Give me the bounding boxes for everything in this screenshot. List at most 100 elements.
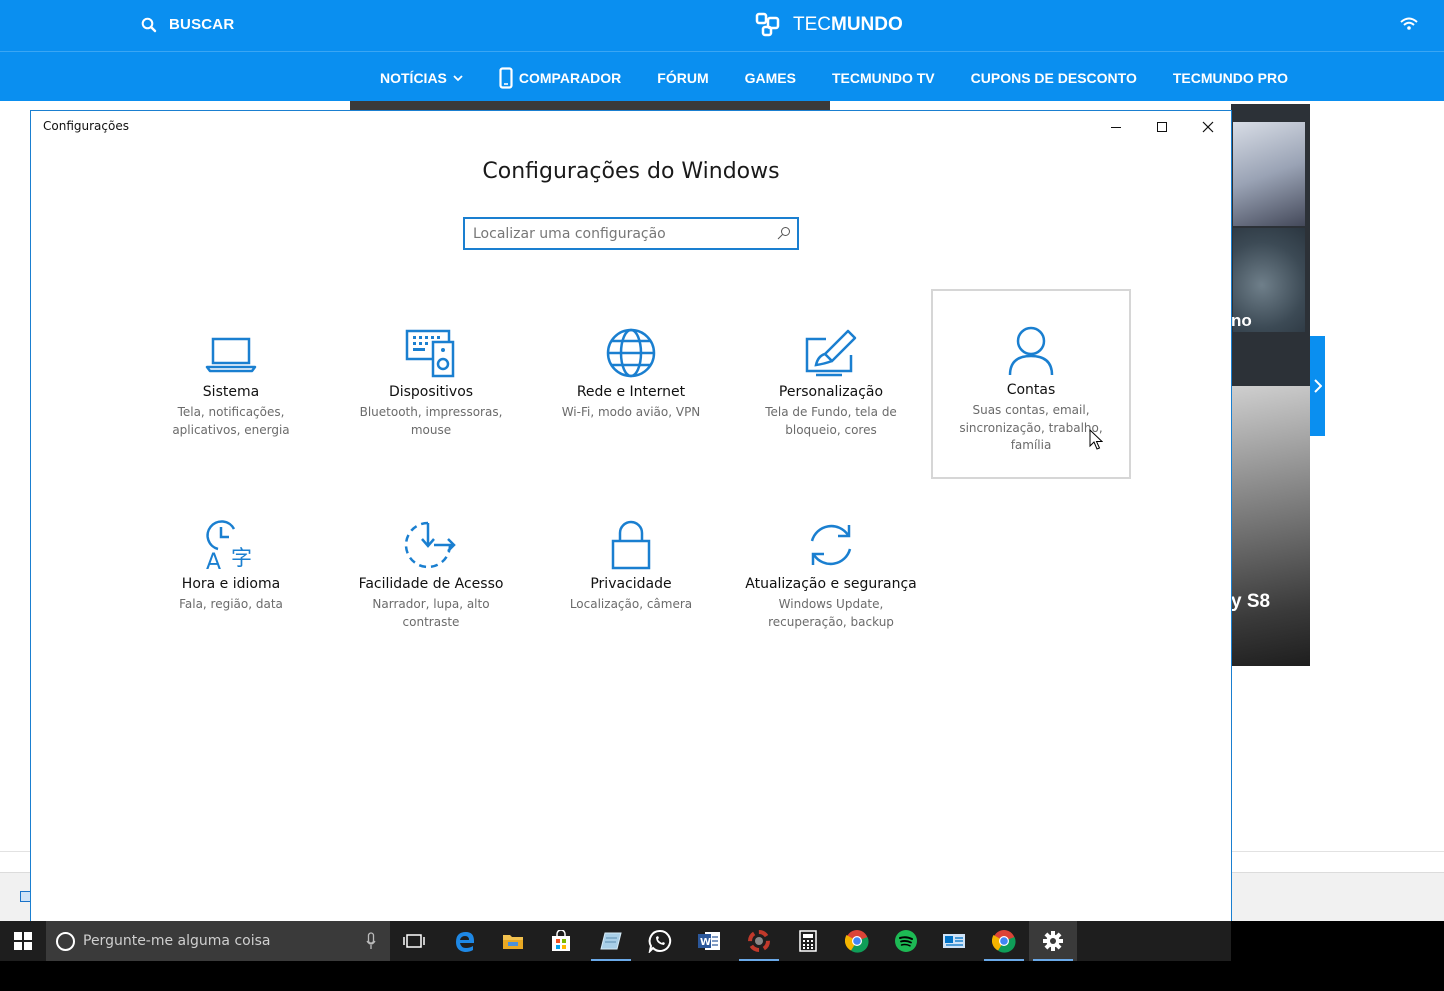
gimp-icon [748, 930, 770, 952]
news-thumbnail[interactable] [1233, 122, 1305, 226]
nav-comparador[interactable]: COMPARADOR [499, 67, 621, 89]
nav-games-label: GAMES [744, 70, 796, 86]
taskbar-app-outlook[interactable] [930, 921, 978, 961]
svg-text:W: W [700, 937, 711, 948]
category-name: Sistema [202, 384, 260, 400]
taskbar-app-chrome[interactable] [833, 921, 881, 961]
chevron-down-icon [453, 74, 463, 81]
settings-window: Configurações Configurações do Windows S… [30, 110, 1232, 922]
devices-icon [401, 325, 461, 381]
svg-text:A: A [206, 550, 221, 571]
nav-comparador-label: COMPARADOR [518, 70, 622, 86]
taskbar-app-gimp[interactable] [735, 921, 783, 961]
smartphone-icon [499, 67, 513, 89]
category-name: Atualização e segurança [745, 576, 917, 592]
minimize-icon [1111, 126, 1121, 128]
category-facilidade-acesso[interactable]: Facilidade de Acesso Narrador, lupa, alt… [331, 483, 531, 673]
category-description: Narrador, lupa, alto contraste [372, 597, 490, 629]
mouse-cursor-icon [1089, 428, 1104, 455]
running-indicator [591, 959, 631, 961]
maximize-button[interactable] [1139, 111, 1185, 142]
personalization-icon [801, 325, 861, 381]
nav-noticias[interactable]: NOTÍCIAS [380, 70, 463, 86]
taskbar-app-file-explorer[interactable] [489, 921, 537, 961]
category-name: Rede e Internet [576, 384, 686, 400]
taskbar-app-calculator[interactable] [784, 921, 832, 961]
laptop-icon [201, 325, 261, 381]
file-explorer-icon [503, 935, 523, 949]
nav-tecmundo-pro-label: TECMUNDO PRO [1172, 70, 1288, 86]
settings-search-box[interactable] [463, 217, 799, 250]
category-sistema[interactable]: Sistema Tela, notificações, aplicativos,… [131, 291, 331, 481]
svg-text:字: 字 [231, 546, 252, 570]
taskbar-app-edge[interactable] [441, 921, 489, 961]
category-name: Hora e idioma [181, 576, 281, 592]
window-title: Configurações [43, 119, 129, 133]
nav-tecmundo-pro[interactable]: TECMUNDO PRO [1173, 70, 1288, 86]
category-personalizacao[interactable]: Personalização Tela de Fundo, tela de bl… [731, 291, 931, 481]
site-search-label: BUSCAR [169, 16, 235, 33]
settings-search-input[interactable] [473, 223, 763, 245]
globe-icon [601, 325, 661, 381]
nav-forum[interactable]: FÓRUM [657, 70, 708, 86]
taskbar: W [0, 921, 1444, 991]
category-description: Bluetooth, impressoras, mouse [359, 405, 503, 437]
settings-icon [1043, 931, 1063, 951]
category-name: Privacidade [590, 576, 672, 592]
taskbar-app-whatsapp[interactable] [636, 921, 684, 961]
nav-tecmundo-tv[interactable]: TECMUNDO TV [832, 70, 935, 86]
close-button[interactable] [1185, 111, 1231, 142]
nav-forum-label: FÓRUM [657, 70, 709, 86]
minimize-button[interactable] [1093, 111, 1139, 142]
chrome-icon [992, 930, 1016, 953]
category-name: Facilidade de Acesso [358, 576, 504, 592]
store-icon [552, 930, 570, 951]
site-logo[interactable]: TECMUNDO [755, 12, 903, 38]
taskbar-app-word[interactable]: W [685, 921, 733, 961]
task-view-button[interactable] [390, 921, 438, 961]
category-dispositivos[interactable]: Dispositivos Bluetooth, impressoras, mou… [331, 291, 531, 481]
whatsapp-icon [648, 929, 672, 953]
category-description: Fala, região, data [179, 597, 283, 611]
taskbar-app-chrome-2[interactable] [980, 921, 1028, 961]
category-atualizacao-seguranca[interactable]: Atualização e segurança Windows Update, … [731, 483, 931, 673]
category-description: Localização, câmera [569, 597, 693, 611]
cortana-search-box[interactable] [46, 921, 390, 961]
news-thumbnail[interactable] [1231, 386, 1310, 666]
category-description: Tela, notificações, aplicativos, energia [172, 405, 290, 437]
category-rede-internet[interactable]: Rede e Internet Wi-Fi, modo avião, VPN [531, 291, 731, 481]
start-button[interactable] [0, 921, 46, 961]
category-description: Tela de Fundo, tela de bloqueio, cores [765, 405, 897, 437]
background-news-panel[interactable]: no y S8 [1231, 104, 1310, 666]
carousel-next-button[interactable] [1310, 336, 1325, 436]
running-indicator [739, 959, 779, 961]
tecmundo-logo-icon [755, 12, 780, 37]
site-header: BUSCAR TECMUNDO [0, 0, 1444, 51]
nav-cupons[interactable]: CUPONS DE DESCONTO [971, 70, 1137, 86]
taskbar-app-notepad[interactable] [587, 921, 635, 961]
taskbar-app-settings[interactable] [1029, 921, 1077, 961]
calculator-icon [799, 930, 817, 952]
cortana-icon [56, 931, 75, 951]
logo-text-light: TEC [793, 14, 831, 35]
task-view-icon [403, 934, 425, 948]
nav-noticias-label: NOTÍCIAS [380, 70, 447, 86]
site-nav-bar: NOTÍCIAS COMPARADOR FÓRUM GAMES TECMUNDO… [0, 51, 1444, 101]
ease-of-access-icon [401, 517, 461, 573]
category-hora-idioma[interactable]: A字 Hora e idioma Fala, região, data [131, 483, 331, 673]
running-indicator [1033, 959, 1073, 961]
wifi-icon[interactable] [1400, 16, 1418, 35]
news-headline-fragment: y S8 [1231, 591, 1271, 612]
nav-games[interactable]: GAMES [745, 70, 796, 86]
taskbar-app-store[interactable] [537, 921, 585, 961]
taskbar-app-spotify[interactable] [882, 921, 930, 961]
category-privacidade[interactable]: Privacidade Localização, câmera [531, 483, 731, 673]
lock-icon [601, 517, 661, 573]
edge-icon [456, 932, 474, 952]
microphone-icon[interactable] [366, 932, 376, 950]
search-icon[interactable] [777, 226, 791, 240]
site-search-button[interactable]: BUSCAR [141, 16, 234, 33]
category-name: Dispositivos [388, 384, 474, 400]
word-icon: W [698, 932, 720, 950]
cortana-search-input[interactable] [83, 929, 343, 953]
